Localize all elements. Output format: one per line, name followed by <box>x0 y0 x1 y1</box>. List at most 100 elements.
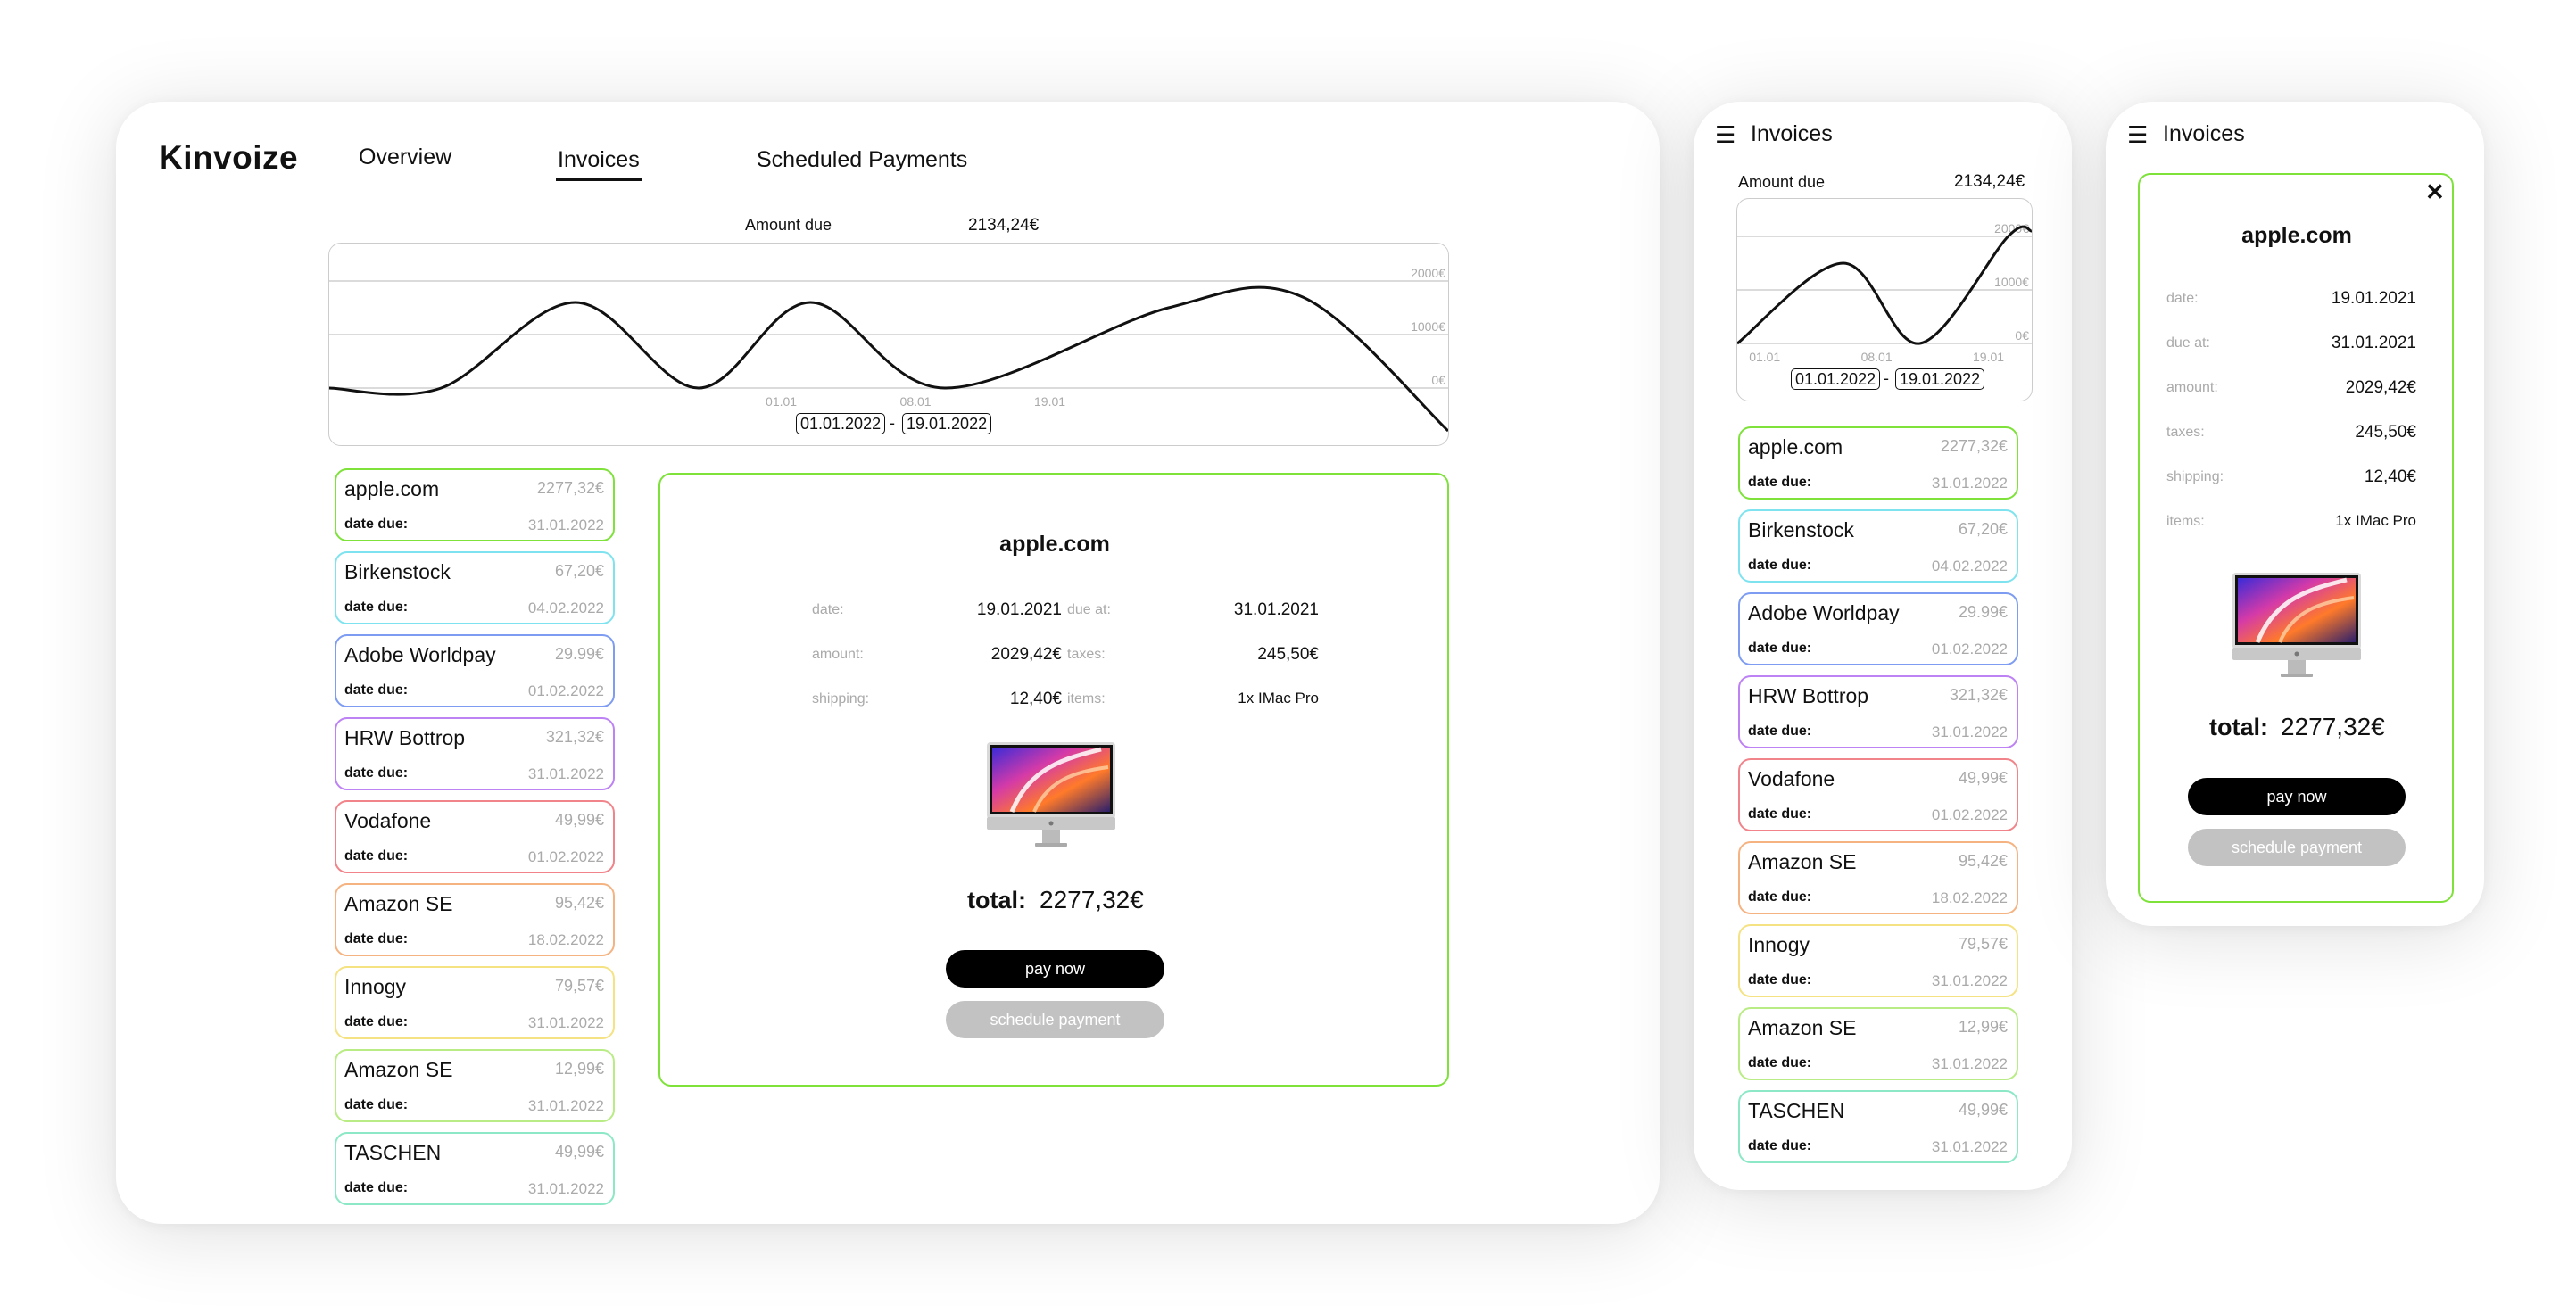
detail-amount-label: amount: <box>812 647 864 662</box>
chart-y-tick-label: 0€ <box>2015 328 2029 343</box>
mobile-taxes-label: taxes: <box>2166 425 2205 440</box>
invoice-date-due: 01.02.2022 <box>527 682 604 699</box>
detail-total-value: 2277,32€ <box>1040 886 1144 913</box>
tablet-invoice-card[interactable]: Vodafone 49,99€ date due: 01.02.2022 <box>1738 758 2018 831</box>
invoice-merchant: Innogy <box>1748 933 1810 956</box>
tablet-invoice-card[interactable]: Amazon SE 95,42€ date due: 18.02.2022 <box>1738 841 2018 914</box>
invoice-date-label: date due: <box>344 1097 409 1112</box>
desktop-invoice-card[interactable]: Vodafone 49,99€ date due: 01.02.2022 <box>335 800 615 873</box>
invoice-amount: 95,42€ <box>554 894 604 912</box>
invoice-merchant: Amazon SE <box>1748 850 1857 873</box>
invoice-amount: 2277,32€ <box>536 479 604 497</box>
detail-shipping-value: 12,40€ <box>1009 690 1062 708</box>
invoice-date-label: date due: <box>344 848 409 864</box>
chart-x-tick-label: 08.01 <box>1861 350 1893 364</box>
invoice-date-label: date due: <box>1748 972 1812 988</box>
desktop-invoice-card[interactable]: TASCHEN 49,99€ date due: 31.01.2022 <box>335 1132 615 1205</box>
invoice-merchant: apple.com <box>344 477 440 500</box>
invoice-date-due: 31.01.2022 <box>1931 1055 2008 1072</box>
chart-y-tick-label: 0€ <box>1431 373 1445 387</box>
mobile-total-label: total: <box>2209 714 2268 740</box>
tablet-date-range-start[interactable]: 01.01.2022 <box>1791 368 1881 390</box>
desktop-invoice-card[interactable]: HRW Bottrop 321,32€ date due: 31.01.2022 <box>335 717 615 790</box>
invoice-merchant: TASCHEN <box>344 1141 442 1164</box>
tablet-invoice-card[interactable]: Adobe Worldpay 29.99€ date due: 01.02.2022 <box>1738 592 2018 665</box>
invoice-merchant: Innogy <box>344 975 407 998</box>
invoice-amount: 321,32€ <box>1949 686 2008 704</box>
invoice-merchant: Vodafone <box>344 809 432 832</box>
invoice-date-due: 31.01.2022 <box>527 517 604 533</box>
tablet-invoice-card[interactable]: HRW Bottrop 321,32€ date due: 31.01.2022 <box>1738 675 2018 748</box>
desktop-invoice-card[interactable]: apple.com 2277,32€ date due: 31.01.2022 <box>335 468 615 541</box>
invoice-merchant: Amazon SE <box>344 892 453 915</box>
desktop-invoice-card[interactable]: Amazon SE 95,42€ date due: 18.02.2022 <box>335 883 615 956</box>
detail-date-label: date: <box>812 602 844 617</box>
tablet-invoice-card[interactable]: Innogy 79,57€ date due: 31.01.2022 <box>1738 924 2018 997</box>
invoice-date-label: date due: <box>1748 558 1812 573</box>
date-range-separator: - <box>890 414 895 432</box>
detail-merchant: apple.com <box>999 532 1110 557</box>
invoice-date-label: date due: <box>1748 641 1812 656</box>
chart-y-tick-label: 2000€ <box>1411 266 1445 280</box>
invoice-date-due: 31.01.2022 <box>1931 1138 2008 1155</box>
tablet-title: Invoices <box>1751 121 1833 146</box>
invoice-amount: 2277,32€ <box>1940 437 2008 455</box>
mobile-schedule-payment-button[interactable]: schedule payment <box>2188 829 2406 866</box>
tablet-invoice-card[interactable]: Amazon SE 12,99€ date due: 31.01.2022 <box>1738 1007 2018 1080</box>
mobile-due-at-label: due at: <box>2166 335 2210 351</box>
tablet-amount-due-value: 2134,24€ <box>1954 172 2025 191</box>
invoice-merchant: Birkenstock <box>1748 518 1854 541</box>
invoice-date-due: 31.01.2022 <box>527 1014 604 1031</box>
invoice-date-label: date due: <box>344 1014 409 1029</box>
mobile-date-value: 19.01.2021 <box>2331 289 2416 308</box>
invoice-date-due: 31.01.2022 <box>527 765 604 782</box>
invoice-date-label: date due: <box>344 1180 409 1195</box>
tab-scheduled-payments[interactable]: Scheduled Payments <box>757 147 967 173</box>
hamburger-icon[interactable]: ☰ <box>2127 121 2148 149</box>
tablet-amount-chart: 2000€ 1000€ 0€ 01.01 08.01 19.01 01.01.2022 -… <box>1736 198 2033 401</box>
imac-icon <box>987 742 1115 847</box>
mobile-title: Invoices <box>2163 121 2245 146</box>
invoice-date-due: 31.01.2022 <box>1931 723 2008 740</box>
chart-y-tick-label: 1000€ <box>1994 275 2029 289</box>
mobile-shipping-value: 12,40€ <box>2364 467 2416 486</box>
mobile-pay-now-button[interactable]: pay now <box>2188 778 2406 815</box>
tablet-invoice-card[interactable]: apple.com 2277,32€ date due: 31.01.2022 <box>1738 426 2018 500</box>
mobile-items-value: 1x IMac Pro <box>2335 512 2416 529</box>
invoice-date-label: date due: <box>344 931 409 946</box>
schedule-payment-button[interactable]: schedule payment <box>946 1001 1164 1038</box>
amount-due-label: Amount due <box>745 216 832 234</box>
tab-invoices[interactable]: Invoices <box>556 147 642 181</box>
mobile-invoice-detail: ✕ apple.com date: 19.01.2021 due at: 31.… <box>2138 173 2454 903</box>
chart-x-tick-label: 01.01 <box>766 394 797 409</box>
mobile-amount-value: 2029,42€ <box>2345 378 2416 397</box>
invoice-amount: 67,20€ <box>1958 520 2008 538</box>
desktop-invoice-card[interactable]: Innogy 79,57€ date due: 31.01.2022 <box>335 966 615 1039</box>
detail-total-label: total: <box>967 887 1026 913</box>
hamburger-icon[interactable]: ☰ <box>1715 121 1735 149</box>
date-range-start[interactable]: 01.01.2022 <box>796 413 886 434</box>
close-icon[interactable]: ✕ <box>2425 178 2445 206</box>
detail-amount-value: 2029,42€ <box>990 645 1062 664</box>
tablet-invoice-card[interactable]: Birkenstock 67,20€ date due: 04.02.2022 <box>1738 509 2018 583</box>
invoice-merchant: Birkenstock <box>344 560 451 583</box>
invoice-detail-panel: apple.com date: 19.01.2021 due at: 31.01… <box>658 473 1449 1087</box>
pay-now-button[interactable]: pay now <box>946 950 1164 988</box>
invoice-date-label: date due: <box>1748 1138 1812 1153</box>
tablet-invoice-card[interactable]: TASCHEN 49,99€ date due: 31.01.2022 <box>1738 1090 2018 1163</box>
tab-overview[interactable]: Overview <box>359 145 451 170</box>
detail-items-label: items: <box>1067 691 1106 707</box>
desktop-invoice-card[interactable]: Birkenstock 67,20€ date due: 04.02.2022 <box>335 551 615 624</box>
invoice-amount: 79,57€ <box>1958 935 2008 953</box>
date-range-end[interactable]: 19.01.2022 <box>902 413 992 434</box>
desktop-invoice-card[interactable]: Amazon SE 12,99€ date due: 31.01.2022 <box>335 1049 615 1122</box>
invoice-date-due: 18.02.2022 <box>527 931 604 948</box>
invoice-amount: 49,99€ <box>554 1143 604 1161</box>
chart-x-tick-label: 08.01 <box>900 394 932 409</box>
desktop-invoice-card[interactable]: Adobe Worldpay 29.99€ date due: 01.02.2022 <box>335 634 615 707</box>
detail-due-at-value: 31.01.2021 <box>1233 600 1319 619</box>
chart-x-tick-label: 19.01 <box>1034 394 1065 409</box>
tablet-date-range-end[interactable]: 19.01.2022 <box>1895 368 1985 390</box>
invoice-date-due: 04.02.2022 <box>527 599 604 616</box>
invoice-date-label: date due: <box>1748 723 1812 739</box>
